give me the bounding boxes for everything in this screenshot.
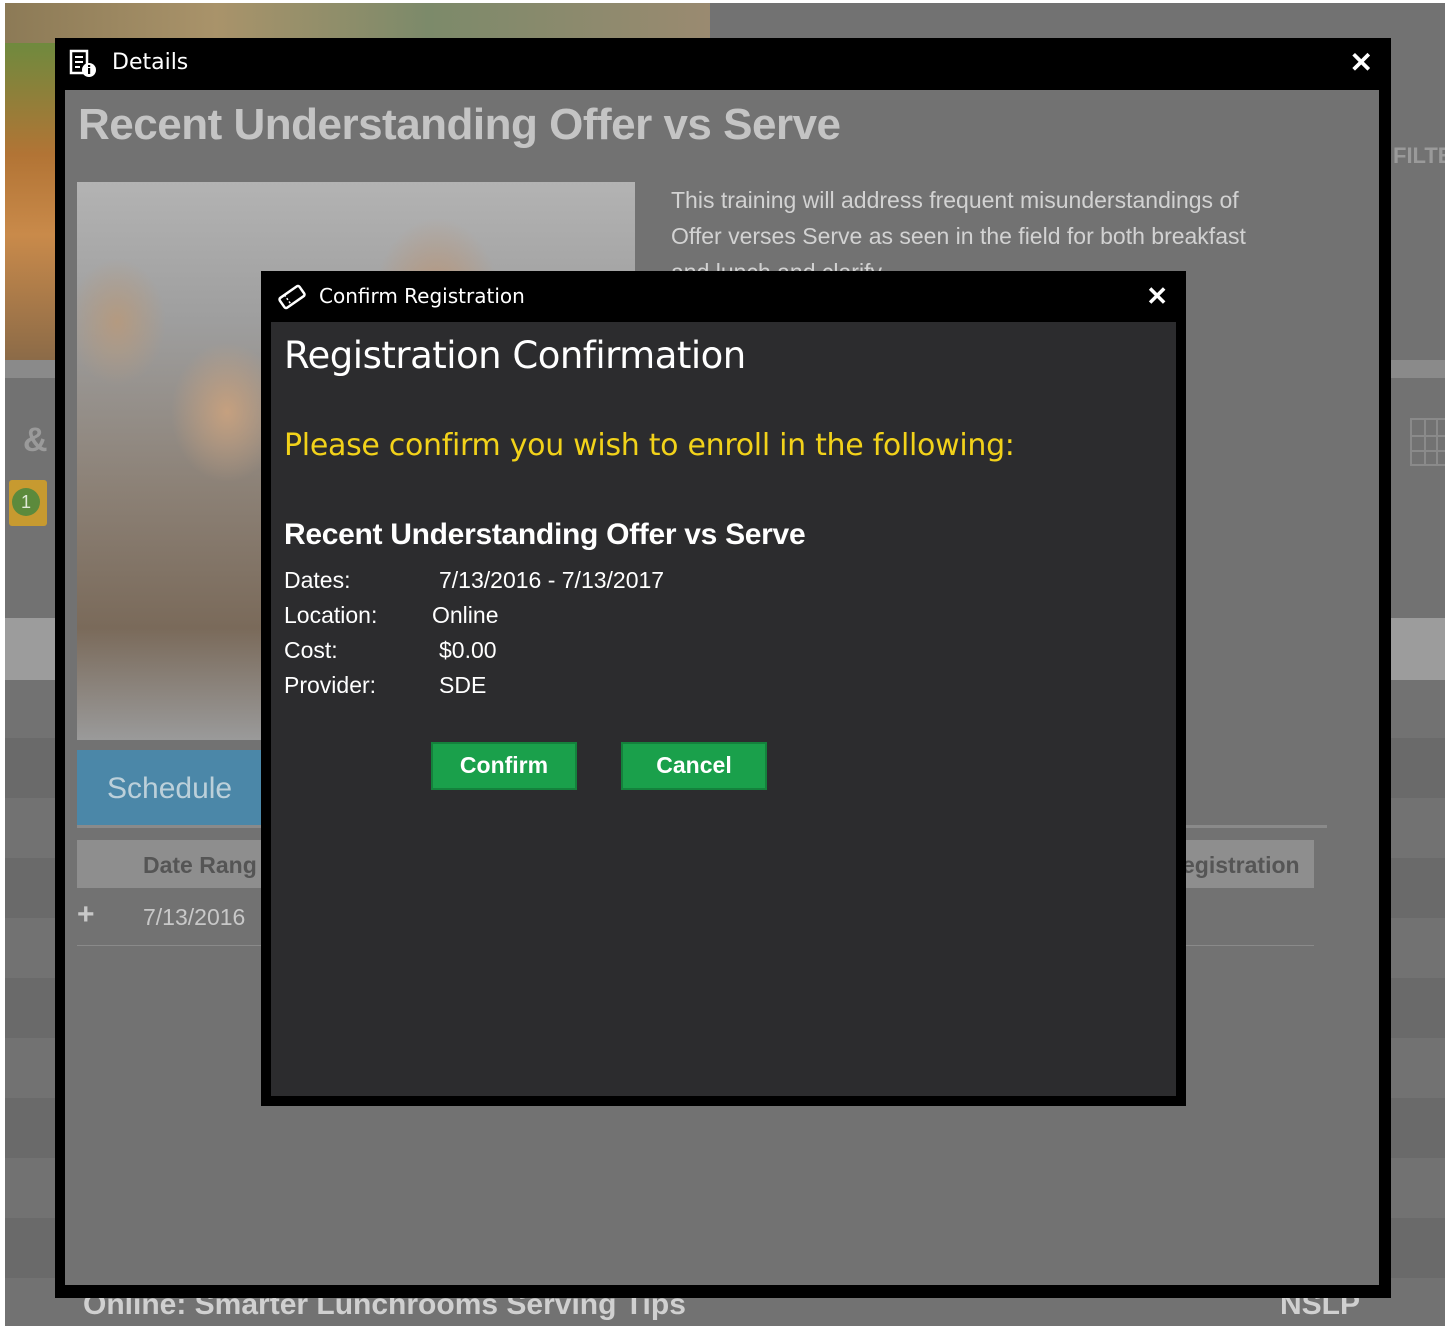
cost-label: Cost: [284, 637, 338, 663]
expand-row-icon[interactable]: + [77, 898, 95, 932]
details-titlebar: Details ✕ [55, 38, 1391, 90]
location-value: Online [432, 602, 499, 628]
enroll-prompt: Please confirm you wish to enroll in the… [284, 428, 1015, 463]
grid-view-icon[interactable] [1410, 418, 1445, 466]
dates-label: Dates: [284, 567, 351, 593]
column-header-registration: egistration [1182, 852, 1300, 878]
confirm-registration-modal: Confirm Registration ✕ Registration Conf… [261, 271, 1186, 1106]
cancel-button[interactable]: Cancel [621, 742, 767, 790]
cost-value: $0.00 [439, 637, 497, 663]
details-close-button[interactable]: ✕ [1350, 48, 1373, 78]
details-title: Details [112, 50, 189, 75]
details-heading: Recent Understanding Offer vs Serve [78, 100, 841, 149]
row-date: 7/13/2016 [143, 904, 246, 930]
modal-title: Confirm Registration [319, 284, 525, 308]
dates-value: 7/13/2016 - 7/13/2017 [439, 567, 665, 593]
provider-value: SDE [439, 672, 487, 698]
ticket-icon [278, 284, 306, 310]
background-filter-label: FILTE [1393, 143, 1445, 168]
tab-schedule[interactable]: Schedule [77, 750, 277, 826]
badge-count: 1 [12, 488, 40, 516]
modal-titlebar: Confirm Registration ✕ [261, 271, 1186, 322]
count-badge: 1 [9, 480, 47, 526]
location-label: Location: [284, 602, 378, 628]
modal-body: Registration Confirmation Please confirm… [271, 322, 1176, 1096]
details-document-icon [69, 49, 96, 77]
course-name: Recent Understanding Offer vs Serve [284, 518, 806, 551]
ampersand-icon: & [23, 421, 48, 459]
column-header-date-range: Date Rang [143, 852, 257, 878]
modal-heading: Registration Confirmation [284, 334, 746, 377]
background-banner-image [5, 3, 710, 43]
background-vegetable-image [5, 43, 55, 363]
confirm-button[interactable]: Confirm [431, 742, 577, 790]
modal-close-button[interactable]: ✕ [1146, 281, 1168, 311]
provider-label: Provider: [284, 672, 377, 698]
